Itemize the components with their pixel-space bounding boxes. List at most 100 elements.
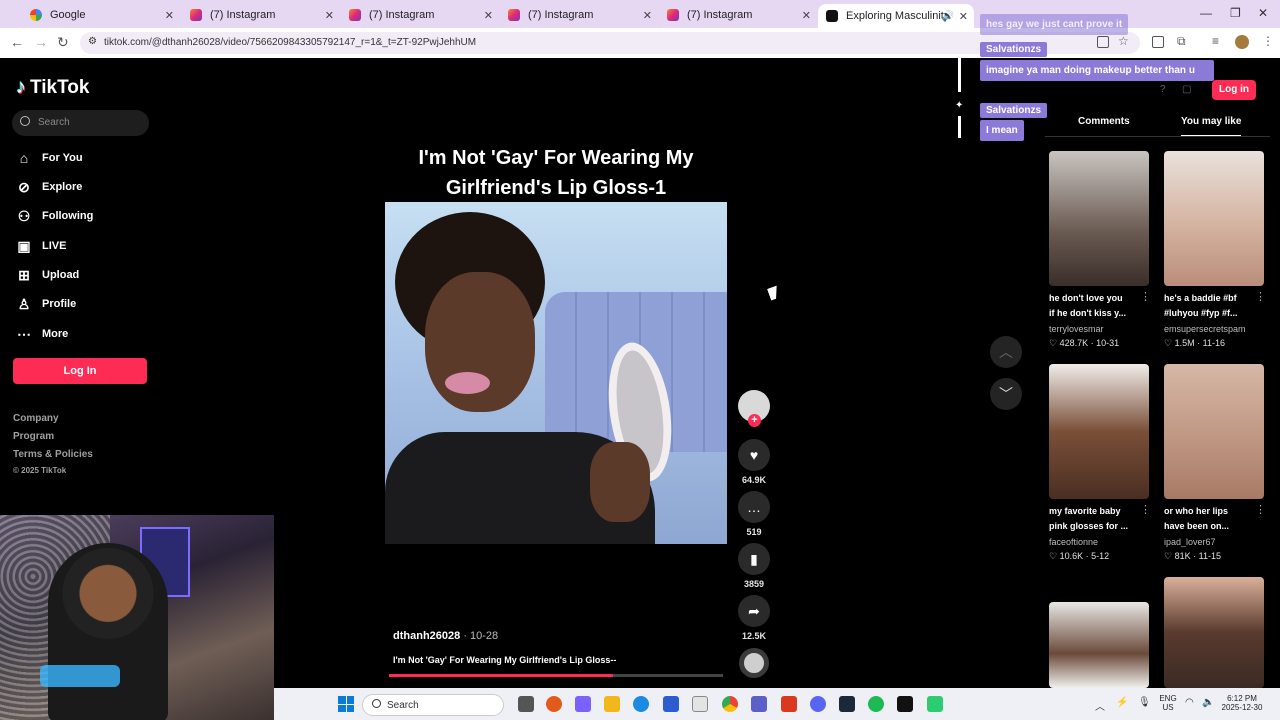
clock[interactable]: 6:12 PM 2025-12-30 [1218, 694, 1266, 712]
browser-tab[interactable]: (7) Instagram ✕ [500, 4, 658, 26]
maximize-icon[interactable]: ❐ [1230, 6, 1241, 20]
video-thumbnail[interactable] [1164, 151, 1264, 286]
footer-link[interactable]: Company [13, 413, 59, 424]
more-options-icon[interactable]: ⋮ [1255, 503, 1266, 516]
nav-item-following[interactable]: ⚇ Following [16, 208, 94, 224]
back-icon[interactable]: ← [10, 34, 24, 50]
browser-tab[interactable]: (7) Instagram ✕ [659, 4, 817, 26]
nav-item-explore[interactable]: ⊘ Explore [16, 179, 82, 195]
tiktok-app-icon[interactable] [897, 696, 913, 712]
tab-you-may-like[interactable]: You may like [1181, 116, 1242, 137]
tiktok-logo[interactable]: ♪ TikTok [16, 76, 89, 99]
video-thumbnail[interactable] [1049, 151, 1149, 286]
more-options-icon[interactable]: ⋮ [1140, 503, 1151, 516]
scroll-down-icon[interactable]: ﹀ [990, 378, 1022, 410]
install-icon[interactable] [1097, 36, 1109, 48]
like-action[interactable]: ♥ 64.9K [738, 439, 770, 485]
browser-profile-avatar[interactable] [1235, 35, 1249, 49]
footer-link[interactable]: Terms & Policies [13, 449, 93, 460]
app-icon[interactable]: ▢ [1182, 84, 1191, 95]
video-player[interactable] [385, 202, 727, 544]
file-explorer-icon[interactable] [604, 696, 620, 712]
login-button[interactable]: Log In [13, 358, 147, 384]
app-icon[interactable] [546, 696, 562, 712]
nav-item-more[interactable]: ⋯ More [16, 326, 68, 342]
edge-icon[interactable] [633, 696, 649, 712]
bookmark-star-icon[interactable]: ☆ [1118, 34, 1129, 48]
music-disc-icon[interactable] [739, 648, 769, 678]
wifi-icon[interactable]: ◠ [1185, 697, 1194, 708]
browser-tab-active[interactable]: Exploring Masculinity: Mak 🔊 ✕ [818, 4, 974, 28]
share-action[interactable]: ➦ 12.5K [738, 595, 770, 641]
author-name[interactable]: dthanh26028 [393, 630, 460, 642]
card-title[interactable]: he don't love you if he don't kiss y... [1049, 291, 1149, 321]
close-icon[interactable]: ✕ [325, 9, 334, 22]
tab-search-icon[interactable] [1152, 36, 1164, 48]
tray-chevron-icon[interactable]: ︿ [1095, 698, 1105, 713]
comment-action[interactable]: … 519 [738, 491, 770, 537]
footer-link[interactable]: Program [13, 431, 54, 442]
teams-icon[interactable] [751, 696, 767, 712]
card-username[interactable]: ipad_lover67 [1164, 537, 1216, 547]
video-thumbnail[interactable] [1164, 364, 1264, 499]
language-indicator[interactable]: ENG US [1156, 694, 1180, 712]
spotify-icon[interactable] [868, 696, 884, 712]
menu-icon[interactable]: ⋮ [1262, 34, 1274, 48]
comment-icon[interactable]: … [738, 491, 770, 523]
app-icon[interactable] [663, 696, 679, 712]
more-options-icon[interactable]: ⋮ [1255, 290, 1266, 303]
card-title[interactable]: my favorite baby pink glosses for ... [1049, 504, 1149, 534]
browser-tab[interactable]: (7) Instagram ✕ [182, 4, 340, 26]
volume-icon[interactable]: 🔈 [1202, 697, 1214, 708]
card-username[interactable]: terrylovesmar [1049, 324, 1104, 334]
speaker-icon[interactable]: 🔊 [942, 11, 954, 22]
scroll-up-icon[interactable]: ︿ [990, 336, 1022, 368]
app-icon[interactable] [781, 696, 797, 712]
close-icon[interactable]: ✕ [643, 9, 652, 22]
close-icon[interactable]: ✕ [484, 9, 493, 22]
card-title[interactable]: or who her lips have been on... [1164, 504, 1264, 534]
save-action[interactable]: ▮ 3859 [738, 543, 770, 589]
copilot-icon[interactable] [575, 696, 591, 712]
minimize-icon[interactable]: — [1200, 6, 1212, 20]
forward-icon[interactable]: → [34, 34, 48, 50]
close-icon[interactable]: ✕ [165, 9, 174, 22]
help-icon[interactable]: ? [1160, 84, 1166, 95]
close-icon[interactable]: ✕ [959, 10, 968, 23]
site-info-icon[interactable]: ⚙ [88, 36, 97, 47]
video-thumbnail[interactable] [1049, 364, 1149, 499]
close-icon[interactable]: ✕ [802, 9, 811, 22]
login-button-small[interactable]: Log in [1212, 80, 1256, 100]
card-username[interactable]: emsupersecretspam [1164, 324, 1246, 334]
chrome-icon[interactable] [722, 696, 738, 712]
media-icon[interactable]: ≡ [1212, 34, 1219, 48]
more-options-icon[interactable]: ⋮ [1140, 290, 1151, 303]
reload-icon[interactable]: ↻ [57, 34, 69, 51]
tab-comments[interactable]: Comments [1078, 116, 1130, 127]
browser-tab[interactable]: Google ✕ [22, 4, 180, 26]
card-username[interactable]: faceoftionne [1049, 537, 1098, 547]
taskbar-search[interactable]: Search [362, 694, 504, 716]
mic-icon[interactable]: 🎙 [1138, 697, 1151, 708]
task-view-icon[interactable] [518, 696, 534, 712]
extensions-icon[interactable]: ⧉ [1177, 34, 1186, 49]
steam-icon[interactable] [839, 696, 855, 712]
bookmark-icon[interactable]: ▮ [738, 543, 770, 575]
nav-item-live[interactable]: ▣ LIVE [16, 238, 66, 254]
browser-tab[interactable]: (7) Instagram ✕ [341, 4, 499, 26]
video-thumbnail[interactable] [1164, 577, 1264, 688]
start-icon[interactable] [338, 696, 354, 712]
store-icon[interactable] [692, 696, 708, 712]
heart-icon[interactable]: ♥ [738, 439, 770, 471]
network-icon[interactable]: ⚡ [1116, 697, 1128, 708]
app-icon[interactable] [927, 696, 943, 712]
video-progress-bar[interactable] [389, 674, 723, 677]
nav-item-upload[interactable]: ⊞ Upload [16, 267, 79, 283]
share-icon[interactable]: ➦ [738, 595, 770, 627]
window-close-icon[interactable]: ✕ [1258, 6, 1268, 20]
discord-icon[interactable] [810, 696, 826, 712]
follow-plus-icon[interactable]: + [748, 414, 761, 427]
search-input[interactable]: Search [12, 110, 149, 136]
nav-item-for-you[interactable]: ⌂ For You [16, 150, 83, 166]
card-title[interactable]: he's a baddie #bf #luhyou #fyp #f... [1164, 291, 1264, 321]
